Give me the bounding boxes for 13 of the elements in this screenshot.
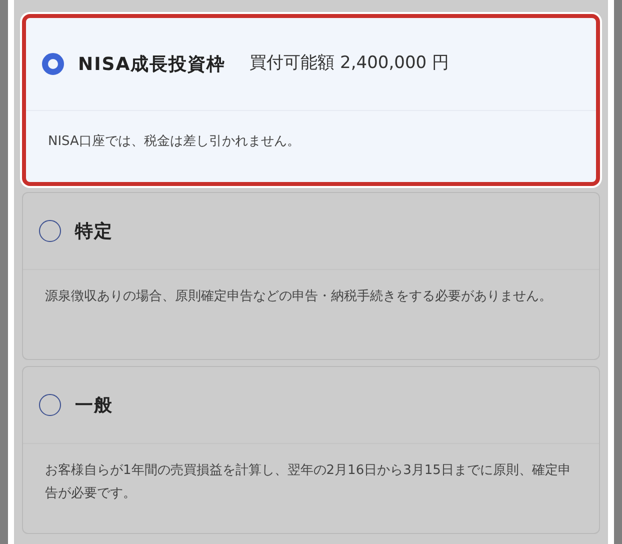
option-card[interactable]: NISA成長投資枠 買付可能額 2,400,000 円 NISA口座では、税金は差し引かれません。 bbox=[22, 14, 600, 186]
radio-button[interactable] bbox=[42, 53, 64, 75]
option-description: お客様自らが1年間の売買損益を計算し、翌年の2月16日から3月15日までに原則、確定申告が必要です。 bbox=[45, 463, 571, 501]
option-title: 一般 bbox=[75, 394, 113, 418]
radio-button[interactable] bbox=[39, 220, 61, 242]
option-description: 源泉徴収ありの場合、原則確定申告などの申告・納税手続きをする必要がありません。 bbox=[45, 289, 552, 304]
option-card[interactable]: 特定 源泉徴収ありの場合、原則確定申告などの申告・納税手続きをする必要がありません。 bbox=[22, 192, 600, 360]
radio-button[interactable] bbox=[39, 394, 61, 416]
option-card[interactable]: 一般 お客様自らが1年間の売買損益を計算し、翌年の2月16日から3月15日までに原則、確定申告が必要です。 bbox=[22, 366, 600, 534]
option-description: NISA口座では、税金は差し引かれません。 bbox=[48, 134, 300, 149]
option-title: 特定 bbox=[75, 220, 113, 244]
available-amount: 買付可能額 2,400,000 円 bbox=[250, 52, 449, 76]
option-title: NISA成長投資枠 bbox=[78, 52, 226, 76]
